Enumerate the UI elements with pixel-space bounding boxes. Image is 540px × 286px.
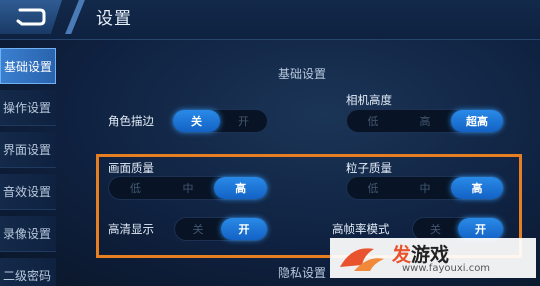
watermark: 发游戏 www.fayouxi.com (330, 238, 536, 278)
camera-height-option-low[interactable]: 低 (347, 110, 399, 132)
sidebar: 基础设置 操作设置 界面设置 音效设置 录像设置 二级密码 (0, 48, 58, 286)
camera-height-label: 相机高度 (346, 93, 392, 107)
role-outline-option-off[interactable]: 关 (173, 110, 220, 132)
sidebar-item-label: 音效设置 (3, 185, 52, 199)
sidebar-item-basic-settings[interactable]: 基础设置 (0, 48, 56, 84)
camera-height-option-ultra[interactable]: 超高 (451, 110, 503, 132)
sidebar-item-replay-settings[interactable]: 录像设置 (0, 216, 56, 252)
role-outline-option-on[interactable]: 开 (220, 110, 267, 132)
section-title: 基础设置 (278, 67, 327, 81)
camera-height-option-high[interactable]: 高 (399, 110, 451, 132)
sidebar-item-label: 界面设置 (3, 143, 52, 157)
sidebar-item-interface-settings[interactable]: 界面设置 (0, 132, 56, 168)
header-divider (65, 0, 85, 34)
sidebar-item-control-settings[interactable]: 操作设置 (0, 90, 56, 126)
back-arrow-icon (16, 8, 46, 26)
page-title: 设置 (96, 9, 132, 29)
role-outline-toggle: 关 开 (172, 109, 268, 133)
camera-height-selector: 低 高 超高 (346, 109, 504, 133)
sidebar-item-sound-settings[interactable]: 音效设置 (0, 174, 56, 210)
sidebar-item-secondary-password[interactable]: 二级密码 (0, 258, 56, 286)
privacy-section-title: 隐私设置 (278, 266, 327, 280)
sidebar-item-label: 二级密码 (3, 269, 52, 283)
sidebar-item-label: 基础设置 (4, 59, 53, 74)
back-button[interactable] (0, 0, 62, 34)
watermark-logo-icon (340, 248, 384, 271)
settings-screen: 设置 基础设置 操作设置 界面设置 音效设置 录像设置 二级密码 基础设置 角色… (0, 0, 540, 286)
sidebar-item-label: 操作设置 (3, 101, 52, 115)
sidebar-item-label: 录像设置 (3, 227, 52, 241)
watermark-url: www.fayouxi.com (402, 263, 491, 274)
role-outline-label: 角色描边 (108, 114, 154, 128)
header-bar: 设置 (0, 0, 540, 40)
